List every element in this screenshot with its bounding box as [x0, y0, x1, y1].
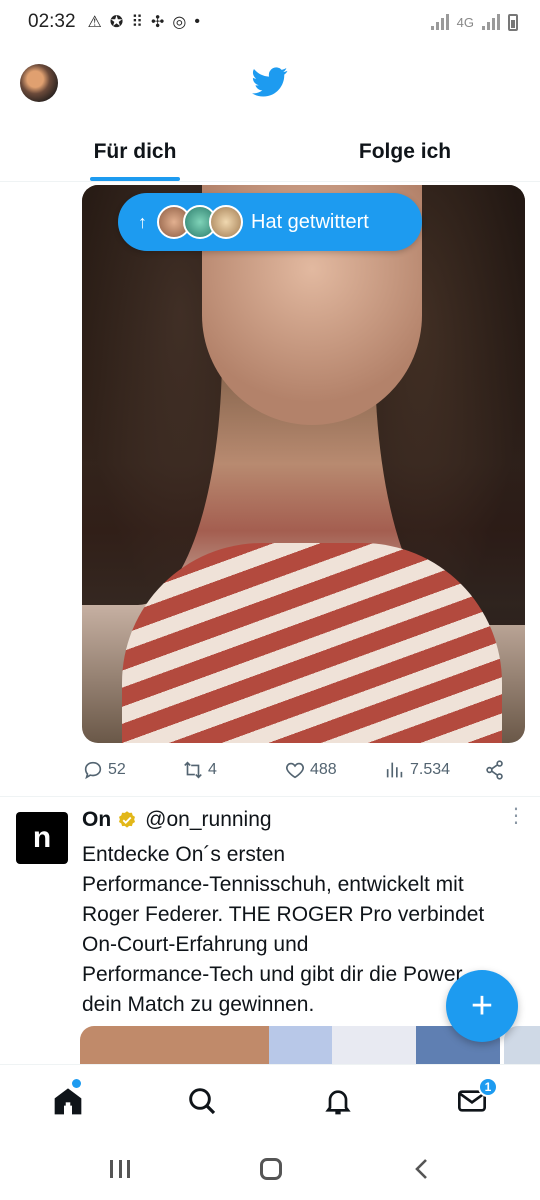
pill-label: Hat getwittert — [251, 210, 369, 233]
more-notifications-dot: • — [194, 13, 200, 30]
bottom-navigation: 1 — [0, 1064, 540, 1136]
tweet-header: On @on_running — [82, 808, 272, 832]
views-count: 7.534 — [410, 761, 451, 778]
tweet-media-photo-2[interactable] — [504, 1026, 540, 1066]
verified-badge-icon — [119, 811, 136, 828]
share-icon — [486, 760, 503, 780]
home-button-icon[interactable] — [260, 1158, 282, 1180]
share-button[interactable] — [484, 759, 506, 781]
profile-avatar[interactable] — [20, 64, 58, 102]
unread-badge: 1 — [478, 1077, 498, 1097]
status-bar: 02:32 ⚠ ✪ ⠿ ✣ ◎ • 4G — [0, 0, 540, 44]
warning-icon: ⚠ — [87, 14, 102, 31]
more-options-icon[interactable]: ⋮ — [506, 806, 526, 834]
retweet-count: 4 — [208, 761, 217, 778]
tweet-divider — [0, 796, 540, 797]
tab-fuer-dich[interactable]: Für dich — [0, 122, 270, 181]
recent-apps-icon[interactable] — [110, 1160, 130, 1178]
signal-icon-2 — [482, 14, 500, 30]
bell-icon[interactable] — [322, 1085, 354, 1117]
pill-avatars — [157, 205, 243, 239]
like-count: 488 — [310, 761, 337, 778]
back-icon[interactable] — [412, 1158, 432, 1180]
search-icon[interactable] — [186, 1085, 218, 1117]
heart-icon — [286, 762, 304, 779]
home-icon[interactable] — [52, 1085, 84, 1117]
grid-icon: ⠿ — [131, 14, 144, 31]
author-handle[interactable]: @on_running — [145, 808, 271, 832]
instagram-icon: ◎ — [172, 14, 187, 31]
tweet-media-photo[interactable] — [82, 185, 525, 743]
battery-icon — [508, 13, 518, 31]
bar-chart-icon — [386, 762, 403, 778]
twitter-bird-icon[interactable] — [252, 64, 288, 100]
views-button[interactable]: 7.534 — [384, 759, 450, 781]
author-name[interactable]: On — [82, 808, 111, 832]
top-header — [0, 52, 540, 116]
tweet-actions: 52 4 488 7.534 — [82, 752, 512, 788]
network-type: 4G — [456, 14, 474, 30]
tweet-media-photo[interactable] — [80, 1026, 500, 1066]
active-tab-indicator — [90, 177, 180, 181]
android-navigation-bar — [0, 1140, 540, 1200]
retweet-icon — [184, 761, 202, 779]
reply-button[interactable]: 52 — [82, 759, 126, 781]
reply-icon — [84, 761, 102, 780]
plus-icon: + — [470, 985, 494, 1027]
on-brand-avatar[interactable]: n — [16, 812, 68, 864]
tab-label: Für dich — [93, 139, 177, 163]
timeline-tabs: Für dich Folge ich — [0, 122, 540, 182]
notification-icons: ⚠ ✪ ⠿ ✣ ◎ • — [88, 12, 200, 32]
tab-label: Folge ich — [358, 139, 452, 163]
app-notification-icon: ✪ — [109, 14, 124, 31]
new-content-dot — [72, 1079, 81, 1088]
pinwheel-icon: ✣ — [151, 14, 165, 31]
reply-count: 52 — [108, 761, 126, 778]
tab-folge-ich[interactable]: Folge ich — [270, 122, 540, 181]
avatar — [209, 205, 243, 239]
status-time: 02:32 — [28, 11, 76, 32]
system-icons: 4G — [430, 13, 518, 31]
arrow-up-icon: ↑ — [138, 211, 147, 232]
signal-icon — [430, 14, 449, 30]
compose-tweet-button[interactable]: + — [446, 970, 518, 1042]
retweet-button[interactable]: 4 — [182, 759, 217, 781]
like-button[interactable]: 488 — [284, 759, 337, 781]
new-posts-pill[interactable]: ↑ Hat getwittert — [118, 193, 422, 251]
